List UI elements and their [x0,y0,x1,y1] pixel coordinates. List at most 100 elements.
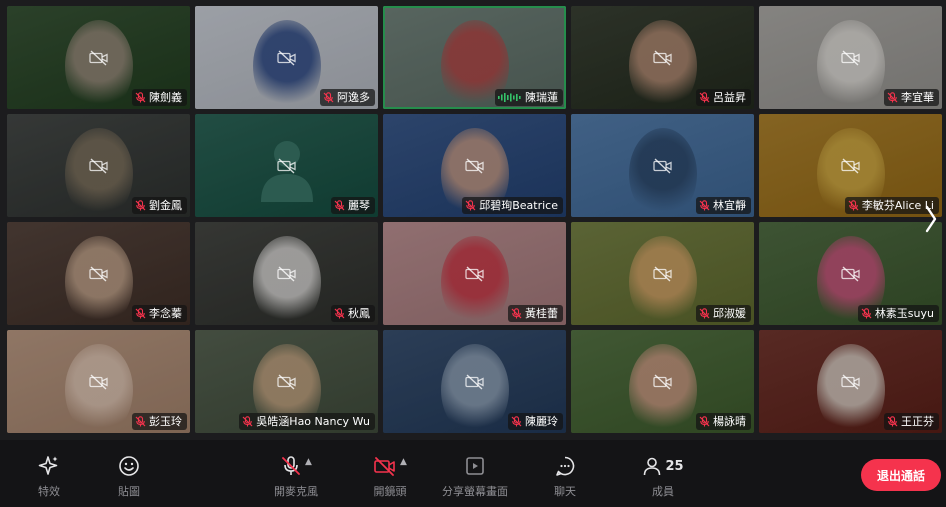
participant-label: 王正芬 [884,413,939,430]
members-label: 成員 [652,485,674,498]
audio-level-icon [498,93,521,102]
camera-off-icon [374,457,395,476]
chat-icon [556,456,575,476]
camera-off-icon [840,265,860,282]
camera-off-icon [464,265,484,282]
participant-tile[interactable]: 麗琴 [195,114,378,217]
participant-tile[interactable]: 呂益昇 [571,6,754,109]
mic-button[interactable]: ▲ 開麥克風 [256,454,336,499]
camera-off-icon [652,265,672,282]
camera-off-icon [464,157,484,174]
mic-muted-icon [135,416,146,427]
leave-call-button[interactable]: 退出通話 [861,459,941,491]
participant-label: 林宜靜 [696,197,751,214]
mic-muted-icon [465,200,476,211]
participant-label: 阿逸多 [320,89,375,106]
participant-name: 秋鳳 [348,307,370,320]
participant-label: 李念蓁 [132,305,187,322]
participant-tile[interactable]: 吳皓涵Hao Nancy Wu [195,330,378,433]
camera-off-icon [840,157,860,174]
participant-tile[interactable]: 黃桂蕾 [383,222,566,325]
next-page-button[interactable] [918,196,944,242]
chat-button[interactable]: 聊天 [525,454,605,499]
participant-tile[interactable]: 李敏芬Alice Li [759,114,942,217]
mic-muted-icon [135,200,146,211]
camera-off-icon [88,157,108,174]
participant-tile[interactable]: 陳瑞蓮 [383,6,566,109]
participant-tile[interactable]: 邱淑媛 [571,222,754,325]
share-screen-label: 分享螢幕畫面 [442,485,508,498]
participant-label: 楊詠晴 [696,413,751,430]
camera-button[interactable]: ▲ 開鏡頭 [350,454,430,499]
mic-muted-icon [861,308,872,319]
participant-tile[interactable]: 林素玉suyu [759,222,942,325]
participant-tile[interactable]: 林宜靜 [571,114,754,217]
participant-tile[interactable]: 王正芬 [759,330,942,433]
camera-off-icon [276,373,296,390]
participant-tile[interactable]: 楊詠晴 [571,330,754,433]
effects-label: 特效 [38,485,60,498]
participant-name: 邱碧珣Beatrice [479,199,558,212]
mic-muted-icon [334,200,345,211]
camera-off-icon [464,373,484,390]
camera-off-icon [88,49,108,66]
participant-tile[interactable]: 阿逸多 [195,6,378,109]
participant-name: 阿逸多 [337,91,370,104]
mic-off-icon [282,456,300,475]
video-grid: 陳劍義 阿逸多 陳瑞蓮 呂益昇 李宜華劉金鳳 麗琴 邱碧珣Beatrice 林宜靜 李敏芬Ali… [7,6,942,434]
participant-label: 彭玉玲 [132,413,187,430]
mic-muted-icon [511,416,522,427]
members-button[interactable]: 25 成員 [623,454,703,499]
mic-muted-icon [323,92,334,103]
camera-off-icon [652,157,672,174]
sparkle-icon [38,456,58,475]
share-screen-button[interactable]: 分享螢幕畫面 [435,454,515,499]
mic-muted-icon [699,200,710,211]
participant-name: 呂益昇 [713,91,746,104]
chat-label: 聊天 [554,485,576,498]
members-count: 25 [665,458,684,474]
participant-tile[interactable]: 秋鳳 [195,222,378,325]
mic-options-caret[interactable]: ▲ [305,457,312,467]
participant-tile[interactable]: 李念蓁 [7,222,190,325]
camera-off-icon [652,49,672,66]
participant-label: 陳劍義 [132,89,187,106]
camera-off-icon [276,49,296,66]
participant-tile[interactable]: 陳麗玲 [383,330,566,433]
participant-name: 李念蓁 [149,307,182,320]
mic-muted-icon [242,416,253,427]
participant-label: 黃桂蕾 [508,305,563,322]
participant-name: 劉金鳳 [149,199,182,212]
mic-muted-icon [887,92,898,103]
participant-tile[interactable]: 陳劍義 [7,6,190,109]
effects-button[interactable]: 特效 [9,454,89,499]
participant-label: 邱碧珣Beatrice [462,197,563,214]
camera-off-icon [88,373,108,390]
participant-name: 李宜華 [901,91,934,104]
camera-label: 開鏡頭 [373,485,407,498]
participant-name: 王正芬 [901,415,934,428]
stickers-button[interactable]: 貼圖 [89,454,169,499]
participant-tile[interactable]: 劉金鳳 [7,114,190,217]
participant-tile[interactable]: 李宜華 [759,6,942,109]
camera-options-caret[interactable]: ▲ [400,457,407,467]
mic-muted-icon [699,308,710,319]
mic-muted-icon [334,308,345,319]
participant-name: 邱淑媛 [713,307,746,320]
participant-name: 麗琴 [348,199,370,212]
chevron-right-icon [925,205,937,233]
mic-muted-icon [848,200,859,211]
participant-label: 陳瑞蓮 [495,89,563,106]
participant-tile[interactable]: 邱碧珣Beatrice [383,114,566,217]
participant-name: 吳皓涵Hao Nancy Wu [256,415,370,428]
participant-tile[interactable]: 彭玉玲 [7,330,190,433]
participant-label: 陳麗玲 [508,413,563,430]
mic-muted-icon [887,416,898,427]
camera-off-icon [276,265,296,282]
smiley-icon [119,456,139,476]
camera-off-icon [88,265,108,282]
participant-label: 林素玉suyu [857,305,939,322]
participant-name: 楊詠晴 [713,415,746,428]
mic-muted-icon [511,308,522,319]
participant-name: 陳劍義 [149,91,182,104]
